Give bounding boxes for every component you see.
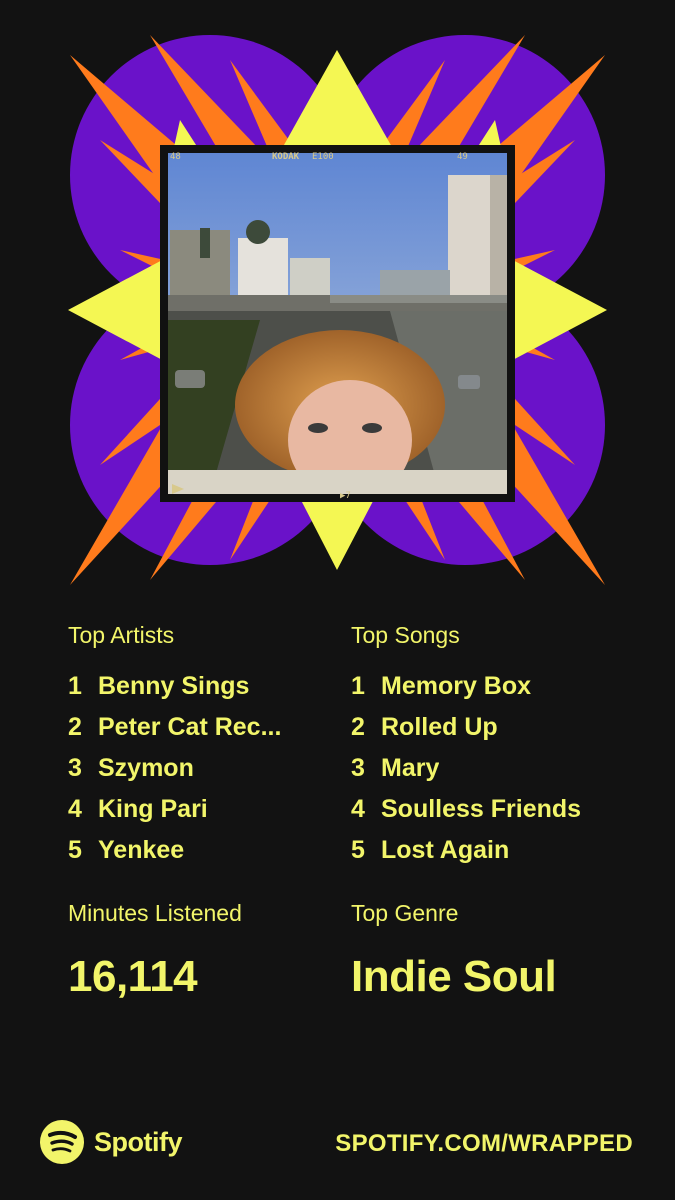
list-item: 5 Yenkee [68,836,185,864]
minutes-listened-heading: Minutes Listened [68,900,242,926]
svg-text:KODAK: KODAK [272,152,300,162]
top-artists-list: 1 Benny Sings 2 Peter Cat Rec... 3 Szymon 4… [68,666,323,871]
list-item: 4 King Pari [68,795,208,823]
minutes-listened-value: 16,114 [68,952,198,1001]
album-photo: 48 KODAK E100 49 ▶7 [160,145,515,502]
spotify-wordmark: Spotify [94,1126,183,1157]
svg-text:48: 48 [170,152,181,162]
top-songs-list: 1 Memory Box 2 Rolled Up 3 Mary 4 Soulless F… [351,666,641,871]
wrapped-link[interactable]: SPOTIFY.COM/WRAPPED [335,1130,633,1158]
top-artists-heading: Top Artists [68,622,175,648]
top-genre-heading: Top Genre [351,900,459,926]
artwork: 48 KODAK E100 49 ▶7 [68,35,607,585]
spotify-logo-icon [40,1120,84,1164]
footer: Spotify SPOTIFY.COM/WRAPPED [0,1110,675,1170]
list-item: 2 Rolled Up [351,713,498,741]
list-item: 5 Lost Again [351,836,510,864]
top-genre-value: Indie Soul [351,952,557,1001]
svg-text:49: 49 [457,152,468,162]
svg-text:E100: E100 [312,152,334,162]
list-item: 3 Szymon [68,754,194,782]
top-songs-heading: Top Songs [351,622,460,648]
spotify-brand[interactable]: Spotify [40,1120,183,1164]
list-item: 1 Benny Sings [68,672,250,700]
svg-text:▶7: ▶7 [340,491,351,501]
list-item: 4 Soulless Friends [351,795,582,823]
list-item: 1 Memory Box [351,672,532,700]
list-item: 2 Peter Cat Rec... [68,713,282,741]
list-item: 3 Mary [351,754,440,782]
